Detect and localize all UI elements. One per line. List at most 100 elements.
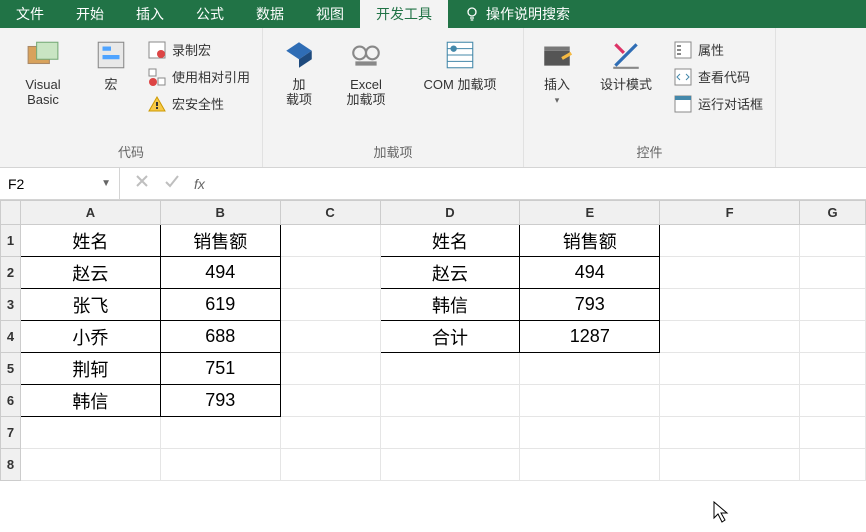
row-header-1[interactable]: 1 bbox=[1, 225, 21, 257]
macro-security-button[interactable]: 宏安全性 bbox=[144, 92, 254, 115]
cell-G2[interactable] bbox=[800, 257, 866, 289]
cell-D6[interactable] bbox=[380, 385, 520, 417]
tab-file[interactable]: 文件 bbox=[0, 0, 60, 28]
tab-insert[interactable]: 插入 bbox=[120, 0, 180, 28]
cell-D4[interactable]: 合计 bbox=[380, 321, 520, 353]
cell-A4[interactable]: 小乔 bbox=[20, 321, 160, 353]
cell-D7[interactable] bbox=[380, 417, 520, 449]
cell-E7[interactable] bbox=[520, 417, 660, 449]
row-header-6[interactable]: 6 bbox=[1, 385, 21, 417]
cell-F8[interactable] bbox=[660, 449, 800, 481]
cell-C3[interactable] bbox=[280, 289, 380, 321]
cell-C8[interactable] bbox=[280, 449, 380, 481]
cell-B3[interactable]: 619 bbox=[160, 289, 280, 321]
cell-B4[interactable]: 688 bbox=[160, 321, 280, 353]
tab-home[interactable]: 开始 bbox=[60, 0, 120, 28]
tab-view[interactable]: 视图 bbox=[300, 0, 360, 28]
col-header-C[interactable]: C bbox=[280, 201, 380, 225]
cell-G3[interactable] bbox=[800, 289, 866, 321]
cell-G5[interactable] bbox=[800, 353, 866, 385]
cell-B5[interactable]: 751 bbox=[160, 353, 280, 385]
cell-E3[interactable]: 793 bbox=[520, 289, 660, 321]
insert-control-button[interactable]: 插入 ▾ bbox=[532, 32, 582, 106]
cell-B7[interactable] bbox=[160, 417, 280, 449]
macros-button[interactable]: 宏 bbox=[86, 32, 136, 93]
col-header-G[interactable]: G bbox=[800, 201, 866, 225]
cell-F4[interactable] bbox=[660, 321, 800, 353]
row-header-3[interactable]: 3 bbox=[1, 289, 21, 321]
cell-A3[interactable]: 张飞 bbox=[20, 289, 160, 321]
cell-A5[interactable]: 荆轲 bbox=[20, 353, 160, 385]
visual-basic-button[interactable]: Visual Basic bbox=[8, 32, 78, 108]
cell-D8[interactable] bbox=[380, 449, 520, 481]
cell-F7[interactable] bbox=[660, 417, 800, 449]
cell-F6[interactable] bbox=[660, 385, 800, 417]
run-dialog-button[interactable]: 运行对话框 bbox=[670, 92, 767, 115]
formula-input[interactable] bbox=[219, 168, 866, 199]
cell-E6[interactable] bbox=[520, 385, 660, 417]
tab-developer[interactable]: 开发工具 bbox=[360, 0, 448, 28]
cell-A6[interactable]: 韩信 bbox=[20, 385, 160, 417]
cell-G6[interactable] bbox=[800, 385, 866, 417]
cell-C5[interactable] bbox=[280, 353, 380, 385]
design-mode-icon bbox=[609, 38, 643, 72]
cell-E4[interactable]: 1287 bbox=[520, 321, 660, 353]
cell-C7[interactable] bbox=[280, 417, 380, 449]
spreadsheet-grid[interactable]: ABCDEFG1姓名销售额姓名销售额2赵云494赵云4943张飞619韩信793… bbox=[0, 200, 866, 481]
fx-button[interactable]: fx bbox=[194, 176, 205, 192]
relative-ref-button[interactable]: 使用相对引用 bbox=[144, 65, 254, 88]
row-header-8[interactable]: 8 bbox=[1, 449, 21, 481]
properties-button[interactable]: 属性 bbox=[670, 38, 767, 61]
row-header-2[interactable]: 2 bbox=[1, 257, 21, 289]
cell-B2[interactable]: 494 bbox=[160, 257, 280, 289]
cell-A7[interactable] bbox=[20, 417, 160, 449]
record-macro-button[interactable]: 录制宏 bbox=[144, 38, 254, 61]
cell-B6[interactable]: 793 bbox=[160, 385, 280, 417]
cell-D1[interactable]: 姓名 bbox=[380, 225, 520, 257]
addins-button[interactable]: 加 载项 bbox=[271, 32, 327, 108]
cell-A2[interactable]: 赵云 bbox=[20, 257, 160, 289]
cell-D5[interactable] bbox=[380, 353, 520, 385]
tell-me-search[interactable]: 操作说明搜索 bbox=[448, 0, 586, 28]
cell-F5[interactable] bbox=[660, 353, 800, 385]
cell-F3[interactable] bbox=[660, 289, 800, 321]
cell-G1[interactable] bbox=[800, 225, 866, 257]
cell-E1[interactable]: 销售额 bbox=[520, 225, 660, 257]
cell-C6[interactable] bbox=[280, 385, 380, 417]
cell-F1[interactable] bbox=[660, 225, 800, 257]
row-header-5[interactable]: 5 bbox=[1, 353, 21, 385]
excel-addins-button[interactable]: Excel 加载项 bbox=[335, 32, 397, 108]
cell-A1[interactable]: 姓名 bbox=[20, 225, 160, 257]
col-header-D[interactable]: D bbox=[380, 201, 520, 225]
cell-B8[interactable] bbox=[160, 449, 280, 481]
cell-G8[interactable] bbox=[800, 449, 866, 481]
cell-F2[interactable] bbox=[660, 257, 800, 289]
cell-C2[interactable] bbox=[280, 257, 380, 289]
cell-C1[interactable] bbox=[280, 225, 380, 257]
cell-E8[interactable] bbox=[520, 449, 660, 481]
design-mode-button[interactable]: 设计模式 bbox=[590, 32, 662, 93]
col-header-F[interactable]: F bbox=[660, 201, 800, 225]
name-box-input[interactable] bbox=[8, 176, 78, 192]
cell-D3[interactable]: 韩信 bbox=[380, 289, 520, 321]
cell-G7[interactable] bbox=[800, 417, 866, 449]
col-header-B[interactable]: B bbox=[160, 201, 280, 225]
cell-E5[interactable] bbox=[520, 353, 660, 385]
col-header-E[interactable]: E bbox=[520, 201, 660, 225]
cell-C4[interactable] bbox=[280, 321, 380, 353]
cell-G4[interactable] bbox=[800, 321, 866, 353]
row-header-7[interactable]: 7 bbox=[1, 417, 21, 449]
tab-data[interactable]: 数据 bbox=[240, 0, 300, 28]
group-code: Visual Basic 宏 录制宏 使用相对引用 宏安全性 bbox=[0, 28, 263, 167]
cell-E2[interactable]: 494 bbox=[520, 257, 660, 289]
cell-A8[interactable] bbox=[20, 449, 160, 481]
row-header-4[interactable]: 4 bbox=[1, 321, 21, 353]
com-addins-button[interactable]: COM 加载项 bbox=[405, 32, 515, 93]
name-box[interactable]: ▼ bbox=[0, 168, 120, 199]
tab-formulas[interactable]: 公式 bbox=[180, 0, 240, 28]
cell-B1[interactable]: 销售额 bbox=[160, 225, 280, 257]
view-code-button[interactable]: 查看代码 bbox=[670, 65, 767, 88]
chevron-down-icon[interactable]: ▼ bbox=[101, 178, 111, 189]
cell-D2[interactable]: 赵云 bbox=[380, 257, 520, 289]
col-header-A[interactable]: A bbox=[20, 201, 160, 225]
